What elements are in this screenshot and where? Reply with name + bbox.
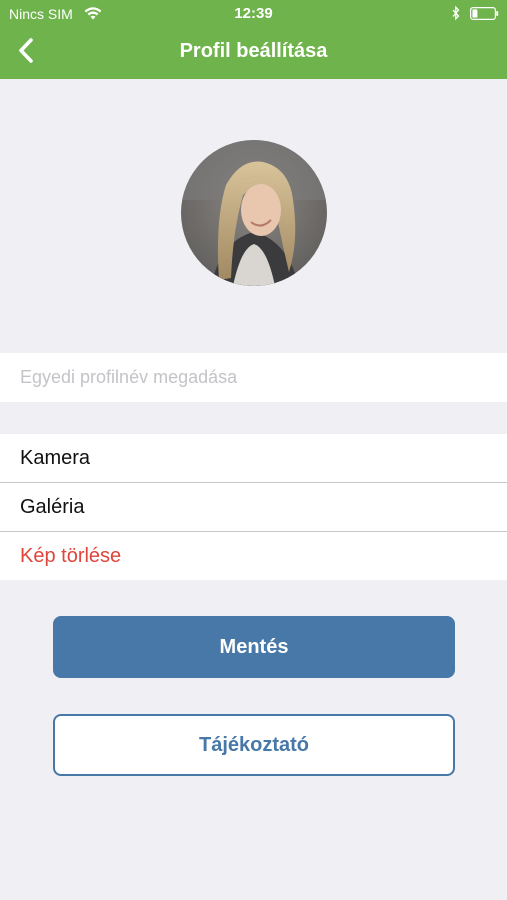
battery-icon — [470, 7, 499, 20]
page-title: Profil beállítása — [179, 40, 328, 62]
gallery-option[interactable]: Galéria — [0, 483, 507, 531]
save-button[interactable]: Mentés — [53, 616, 455, 678]
avatar[interactable] — [181, 140, 327, 286]
profile-photo-image — [181, 140, 327, 286]
clock: 12:39 — [234, 5, 273, 22]
nav-header: Nincs SIM 12:39 Profil beállítása — [0, 0, 507, 79]
bluetooth-icon — [452, 6, 460, 21]
info-button[interactable]: Tájékoztató — [53, 714, 455, 776]
camera-option[interactable]: Kamera — [0, 434, 507, 482]
delete-photo-option[interactable]: Kép törlése — [0, 532, 507, 580]
profile-name-input[interactable] — [0, 353, 507, 402]
photo-options-list: Kamera Galéria Kép törlése — [0, 434, 507, 580]
status-bar: Nincs SIM 12:39 — [0, 0, 507, 28]
